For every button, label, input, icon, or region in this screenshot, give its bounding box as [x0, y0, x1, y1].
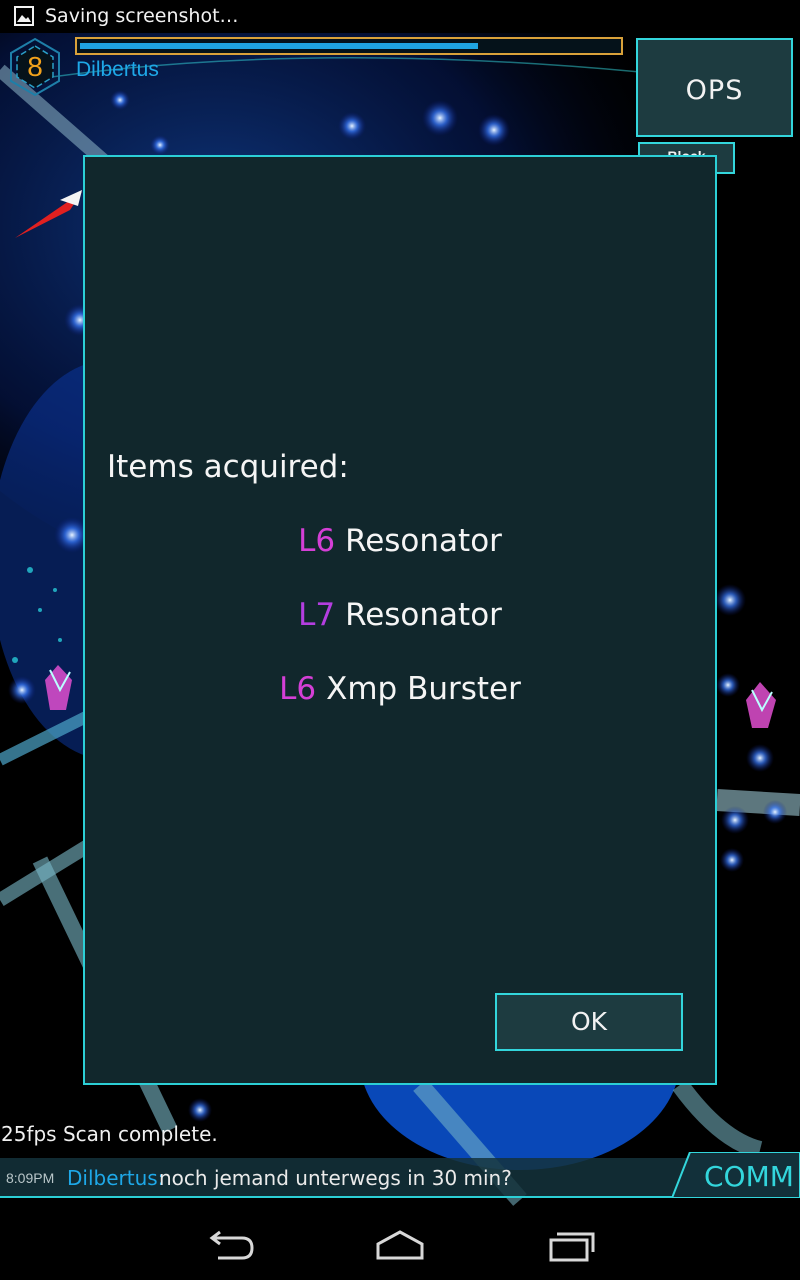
comm-time: 8:09PM — [6, 1170, 55, 1186]
image-icon — [14, 6, 34, 26]
ops-button[interactable]: OPS — [636, 38, 793, 137]
back-icon[interactable] — [200, 1224, 260, 1264]
item-level: L6 — [298, 523, 336, 559]
item-name: Xmp Burster — [326, 671, 521, 707]
ok-label: OK — [570, 1007, 608, 1036]
android-nav-bar — [0, 1206, 800, 1280]
acquired-item: L6 Xmp Burster — [85, 671, 715, 707]
acquired-item: L6 Resonator — [85, 523, 715, 559]
player-level: 8 — [27, 51, 43, 82]
comm-label: COMM — [704, 1160, 794, 1193]
fps-status-text: 25fps Scan complete. — [1, 1122, 218, 1146]
android-status-bar: Saving screenshot… — [0, 0, 800, 33]
xp-progress-fill — [80, 43, 478, 49]
item-level: L7 — [298, 597, 336, 633]
comm-message-bar[interactable]: 8:09PM Dilbertus: noch jemand unterwegs … — [0, 1158, 690, 1198]
fps-counter: 25fps — [1, 1122, 57, 1146]
recent-apps-icon[interactable] — [541, 1224, 601, 1264]
ops-label: OPS — [685, 75, 744, 106]
item-level: L6 — [279, 671, 317, 707]
item-name: Resonator — [345, 597, 502, 633]
agent-name[interactable]: Dilbertus — [76, 58, 159, 82]
comm-message: noch jemand unterwegs in 30 min? — [159, 1166, 512, 1190]
home-icon[interactable] — [370, 1224, 430, 1264]
xp-progress-bar — [75, 37, 623, 55]
items-acquired-dialog: Items acquired: L6 Resonator L7 Resonator … — [83, 155, 717, 1085]
dialog-title: Items acquired: — [107, 449, 349, 485]
scan-status: Scan complete. — [62, 1122, 218, 1146]
comm-sender: Dilbertus: — [67, 1166, 165, 1190]
status-notification-text: Saving screenshot… — [45, 5, 239, 27]
item-name: Resonator — [345, 523, 502, 559]
acquired-item: L7 Resonator — [85, 597, 715, 633]
ok-button[interactable]: OK — [495, 993, 683, 1051]
